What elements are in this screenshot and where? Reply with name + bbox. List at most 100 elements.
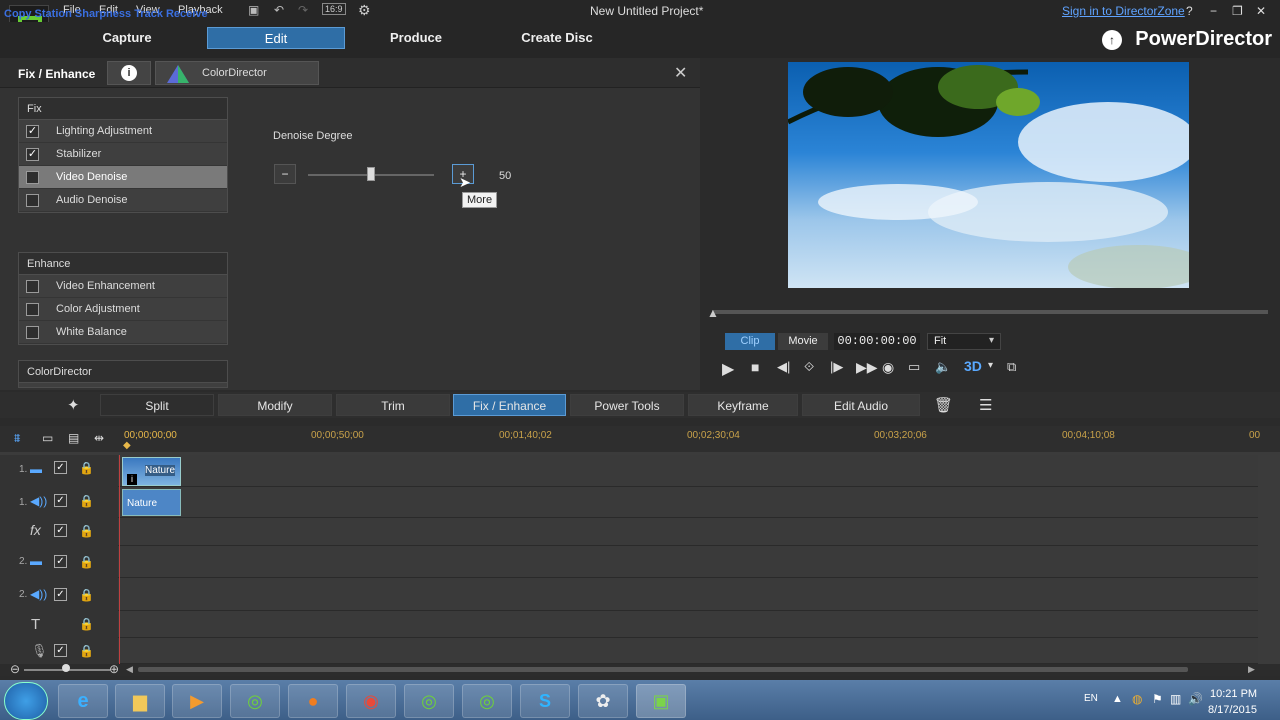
skype-icon[interactable]: S: [520, 684, 570, 718]
app-green-icon[interactable]: ◎: [230, 684, 280, 718]
restore-icon[interactable]: ❐: [1232, 4, 1243, 18]
zoom-in-icon[interactable]: ⊕: [109, 662, 119, 676]
media-player-icon[interactable]: ▶: [172, 684, 222, 718]
scroll-right-icon[interactable]: ▶: [1248, 664, 1255, 675]
start-button[interactable]: [4, 682, 48, 720]
preview-quality-icon[interactable]: ▭: [908, 359, 920, 375]
close-panel-icon[interactable]: ✕: [674, 63, 687, 83]
track-enable-checkbox[interactable]: ✓: [54, 524, 67, 537]
ie-icon[interactable]: e: [58, 684, 108, 718]
clock-time[interactable]: 10:21 PM: [1210, 688, 1257, 700]
fix-enhance-button[interactable]: Fix / Enhance: [453, 394, 566, 416]
3d-dropdown-icon[interactable]: ▾: [988, 360, 993, 371]
video-clip[interactable]: Nature i: [122, 457, 181, 486]
edit-audio-button[interactable]: Edit Audio: [802, 394, 920, 416]
lock-icon[interactable]: 🔒: [79, 524, 94, 538]
powerdirector-taskbar-icon[interactable]: ▣: [636, 684, 686, 718]
fix-item-lighting[interactable]: ✓ Lighting Adjustment: [19, 120, 227, 143]
lock-icon[interactable]: 🔒: [79, 644, 94, 658]
info-button[interactable]: i: [107, 61, 151, 85]
tab-create-disc[interactable]: Create Disc: [512, 27, 602, 49]
3d-mode-button[interactable]: 3D: [964, 358, 982, 374]
video-denoise-checkbox[interactable]: [26, 171, 39, 184]
scrubber-thumb[interactable]: ▲: [707, 306, 719, 320]
audio-denoise-checkbox[interactable]: [26, 194, 39, 207]
delete-trash-icon[interactable]: 🗑: [934, 396, 953, 414]
scroll-left-icon[interactable]: ◀: [126, 664, 133, 675]
trim-button[interactable]: Trim: [336, 394, 450, 416]
help-button[interactable]: ?: [1186, 4, 1193, 18]
volume-icon[interactable]: 🔈: [935, 359, 951, 375]
track-enable-checkbox[interactable]: ✓: [54, 555, 67, 568]
scrollbar-thumb[interactable]: [138, 667, 1188, 672]
upload-icon[interactable]: ↑: [1102, 30, 1122, 50]
zoom-slider-thumb[interactable]: [62, 664, 70, 672]
storyboard-view-icon[interactable]: ▭: [42, 431, 53, 445]
enhance-item-white-balance[interactable]: White Balance: [19, 321, 227, 344]
split-marker-icon[interactable]: ⟐: [804, 359, 814, 375]
stabilizer-checkbox[interactable]: ✓: [26, 148, 39, 161]
fix-item-audio-denoise[interactable]: Audio Denoise: [19, 189, 227, 212]
enhance-item-color-adjustment[interactable]: Color Adjustment: [19, 298, 227, 321]
denoise-slider-thumb[interactable]: [367, 167, 375, 181]
previous-frame-icon[interactable]: ◀|: [777, 359, 790, 375]
tab-edit[interactable]: Edit: [207, 27, 345, 49]
colordirector-tab[interactable]: ColorDirector: [155, 61, 319, 85]
minimize-icon[interactable]: −: [1210, 4, 1217, 18]
language-indicator[interactable]: EN: [1084, 693, 1098, 704]
power-tools-button[interactable]: Power Tools: [570, 394, 684, 416]
modify-button[interactable]: Modify: [218, 394, 332, 416]
split-button[interactable]: Split: [100, 394, 214, 416]
chrome-icon[interactable]: ◉: [346, 684, 396, 718]
track-manager-icon[interactable]: ▤: [68, 431, 79, 445]
app-green-3-icon[interactable]: ◎: [462, 684, 512, 718]
white-balance-checkbox[interactable]: [26, 326, 39, 339]
playhead-marker[interactable]: ◆: [123, 440, 131, 451]
fix-item-stabilizer[interactable]: ✓ Stabilizer: [19, 143, 227, 166]
audio-clip[interactable]: Nature: [122, 489, 181, 516]
video-enhancement-checkbox[interactable]: [26, 280, 39, 293]
tab-capture[interactable]: Capture: [88, 27, 166, 49]
clock-date[interactable]: 8/17/2015: [1208, 704, 1257, 716]
save-icon[interactable]: ▣: [248, 3, 259, 17]
timeline-view-icon[interactable]: ⩩: [14, 431, 20, 446]
fix-item-video-denoise[interactable]: Video Denoise: [19, 166, 227, 189]
tab-produce[interactable]: Produce: [378, 27, 454, 49]
aspect-ratio-badge[interactable]: 16:9: [322, 3, 346, 15]
tray-up-icon[interactable]: ▲: [1112, 693, 1123, 705]
color-adjustment-checkbox[interactable]: [26, 303, 39, 316]
film-reel-icon[interactable]: ✿: [578, 684, 628, 718]
clip-tab[interactable]: Clip: [725, 333, 775, 350]
track-enable-checkbox[interactable]: ✓: [54, 644, 67, 657]
lock-icon[interactable]: 🔒: [79, 588, 94, 602]
firefox-icon[interactable]: ●: [288, 684, 338, 718]
close-window-icon[interactable]: ✕: [1256, 4, 1266, 18]
track-enable-checkbox[interactable]: ✓: [54, 494, 67, 507]
lighting-checkbox[interactable]: ✓: [26, 125, 39, 138]
preview-scrubber[interactable]: [712, 310, 1268, 314]
movie-tab[interactable]: Movie: [778, 333, 828, 350]
magic-tools-icon[interactable]: ✦: [67, 396, 80, 414]
redo-icon[interactable]: ↷: [298, 3, 308, 17]
fit-timeline-icon[interactable]: ⇹: [94, 431, 104, 445]
next-frame-icon[interactable]: |▶: [830, 359, 843, 375]
play-icon[interactable]: ▶: [722, 359, 734, 379]
keyframe-button[interactable]: Keyframe: [688, 394, 798, 416]
timecode-display[interactable]: 00:00:00:00: [834, 333, 920, 350]
undock-icon[interactable]: ⧉: [1007, 359, 1016, 375]
decrease-button[interactable]: −: [274, 164, 296, 184]
enhance-item-video-enhancement[interactable]: Video Enhancement: [19, 275, 227, 298]
stop-icon[interactable]: ■: [751, 359, 759, 375]
settings-gear-icon[interactable]: ⚙: [358, 2, 371, 19]
lock-icon[interactable]: 🔒: [79, 461, 94, 475]
fast-forward-icon[interactable]: ▶▶: [856, 359, 878, 376]
flag-icon[interactable]: ⚑: [1152, 692, 1163, 706]
lock-icon[interactable]: 🔒: [79, 617, 94, 631]
sign-in-link[interactable]: Sign in to DirectorZone: [1062, 4, 1185, 18]
more-options-icon[interactable]: ☰: [979, 396, 992, 414]
snapshot-camera-icon[interactable]: ◉: [882, 359, 894, 376]
undo-icon[interactable]: ↶: [274, 3, 284, 17]
network-icon[interactable]: ▥: [1170, 692, 1181, 706]
track-enable-checkbox[interactable]: ✓: [54, 588, 67, 601]
track-enable-checkbox[interactable]: ✓: [54, 461, 67, 474]
